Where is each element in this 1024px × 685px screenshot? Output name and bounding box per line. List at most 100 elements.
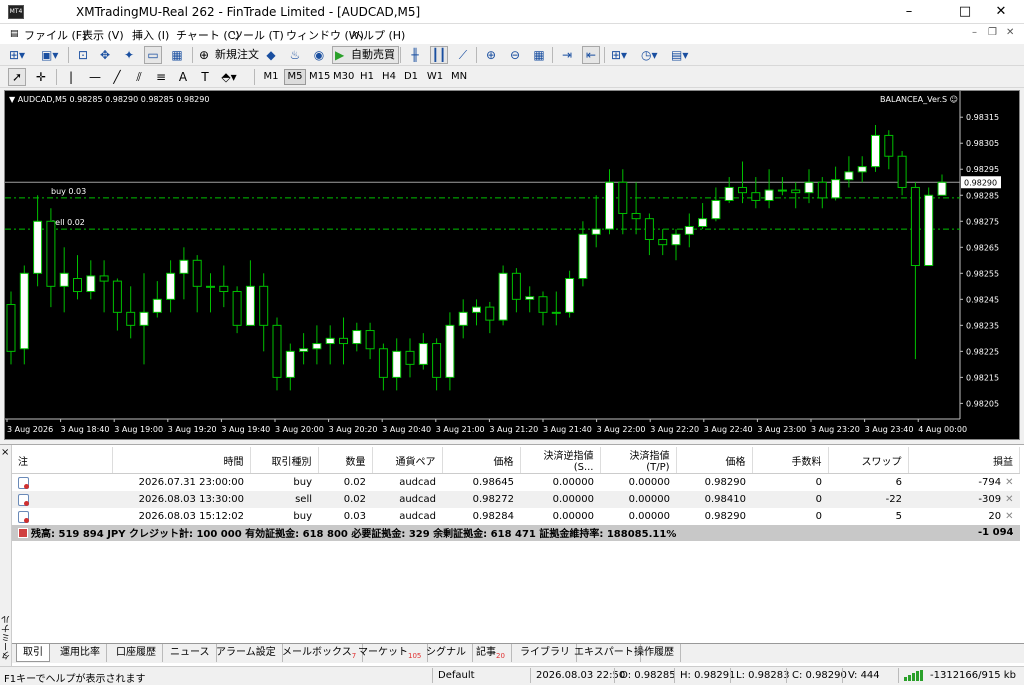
- bull-candle: [804, 181, 814, 194]
- bar-chart-icon[interactable]: ╫: [406, 46, 424, 64]
- time-label: 3 Aug 20:40: [382, 425, 431, 434]
- tab-articles[interactable]: 記事20: [470, 644, 512, 662]
- metaeditor-icon[interactable]: ◆: [262, 46, 280, 64]
- navigator-icon[interactable]: ✦: [120, 46, 138, 64]
- cursor-icon[interactable]: ➚: [8, 68, 26, 86]
- auto-scroll-icon[interactable]: ⇥: [558, 46, 576, 64]
- col-swap[interactable]: スワップ: [828, 447, 909, 474]
- order-level-label: sell 0.02: [51, 218, 85, 227]
- close-order-icon[interactable]: ✕: [1005, 494, 1013, 505]
- col-symbol[interactable]: 通貨ペア: [372, 447, 443, 474]
- menu-insert[interactable]: 挿入 (I): [132, 27, 169, 43]
- crosshair-icon[interactable]: ✛: [32, 68, 50, 86]
- tab-exposure[interactable]: 運用比率: [54, 644, 107, 662]
- order-row[interactable]: 2026.07.31 23:00:00 buy 0.02 audcad 0.98…: [12, 474, 1020, 491]
- arrows-icon[interactable]: ⬘▾: [220, 68, 238, 86]
- tab-mailbox[interactable]: メールボックス7: [276, 644, 364, 662]
- tile-windows-icon[interactable]: ▦: [530, 46, 548, 64]
- time-label: 3 Aug 22:40: [704, 425, 753, 434]
- col-current-price[interactable]: 価格: [676, 447, 753, 474]
- bulb-icon[interactable]: ♨: [286, 46, 304, 64]
- order-row[interactable]: 2026.08.03 15:12:02 buy 0.03 audcad 0.98…: [12, 508, 1020, 525]
- auto-trading-button[interactable]: ▶ 自動売買: [332, 46, 399, 64]
- new-order-button[interactable]: ⊕ 新規注文: [196, 46, 263, 64]
- bull-candle: [33, 220, 43, 274]
- timeframe-mn[interactable]: MN: [448, 69, 470, 85]
- timeframe-m30[interactable]: M30: [332, 69, 354, 85]
- col-profit[interactable]: 損益: [908, 447, 1020, 474]
- terminal-close-button[interactable]: ×: [1, 447, 9, 458]
- indicators-icon[interactable]: ⊞▾: [610, 46, 628, 64]
- close-order-icon[interactable]: ✕: [1005, 511, 1013, 522]
- tab-alerts[interactable]: アラーム設定: [210, 644, 283, 662]
- chart-background: [5, 91, 1019, 439]
- bear-candle: [511, 272, 521, 300]
- timeframe-m1[interactable]: M1: [260, 69, 282, 85]
- templates-icon[interactable]: ▤▾: [670, 46, 689, 64]
- text-icon[interactable]: A: [174, 68, 192, 86]
- bull-candle: [831, 179, 841, 199]
- order-row[interactable]: 2026.08.03 13:30:00 sell 0.02 audcad 0.9…: [12, 490, 1020, 508]
- timeframe-d1[interactable]: D1: [400, 69, 422, 85]
- tab-news[interactable]: ニュース: [164, 644, 217, 662]
- col-tp[interactable]: 決済指値(T/P): [600, 447, 677, 474]
- col-time[interactable]: 時間: [112, 447, 251, 474]
- tab-signals[interactable]: シグナル: [420, 644, 473, 662]
- col-order[interactable]: 注: [12, 447, 113, 474]
- col-type[interactable]: 取引種別: [250, 447, 319, 474]
- bear-candle: [378, 348, 388, 378]
- profile-name[interactable]: Default: [438, 670, 475, 681]
- zoom-in-icon[interactable]: ⊕: [482, 46, 500, 64]
- col-commission[interactable]: 手数料: [752, 447, 829, 474]
- col-price[interactable]: 価格: [442, 447, 521, 474]
- fibonacci-icon[interactable]: ≡: [152, 68, 170, 86]
- channel-icon[interactable]: ⫽: [130, 68, 148, 86]
- minimize-button[interactable]: –: [886, 0, 932, 24]
- bull-candle: [498, 272, 508, 321]
- bear-candle: [73, 278, 82, 293]
- horizontal-line-icon[interactable]: —: [86, 68, 104, 86]
- menu-help[interactable]: ヘルプ (H): [352, 27, 405, 43]
- timeframe-h1[interactable]: H1: [356, 69, 378, 85]
- tab-account-history[interactable]: 口座履歴: [110, 644, 163, 662]
- line-chart-icon[interactable]: ⟋: [454, 46, 472, 64]
- menu-chart[interactable]: チャート (C): [176, 27, 240, 43]
- timeframe-m15[interactable]: M15: [308, 69, 330, 85]
- chart-shift-icon[interactable]: ⇤: [582, 46, 600, 64]
- zoom-out-icon[interactable]: ⊖: [506, 46, 524, 64]
- bear-candle: [738, 186, 747, 194]
- mdi-close-button[interactable]: ✕: [1006, 27, 1014, 38]
- menu-tools[interactable]: ツール (T): [232, 27, 284, 43]
- mdi-minimize-button[interactable]: –: [972, 27, 977, 38]
- tab-market[interactable]: マーケット105: [352, 644, 429, 662]
- trendline-icon[interactable]: ╱: [108, 68, 126, 86]
- menu-file[interactable]: ファイル (F): [24, 27, 86, 43]
- profiles-icon[interactable]: ▣▾: [40, 46, 59, 64]
- new-chart-icon[interactable]: ⊞▾: [8, 46, 26, 64]
- timeframe-h4[interactable]: H4: [378, 69, 400, 85]
- data-window-icon[interactable]: ✥: [96, 46, 114, 64]
- mdi-restore-button[interactable]: ❐: [988, 27, 997, 38]
- timeframe-w1[interactable]: W1: [424, 69, 446, 85]
- strategy-tester-icon[interactable]: ▦: [168, 46, 186, 64]
- market-watch-icon[interactable]: ⊡: [74, 46, 92, 64]
- col-size[interactable]: 数量: [318, 447, 373, 474]
- vps-icon[interactable]: ◉: [310, 46, 328, 64]
- terminal-toggle-icon[interactable]: ▭: [144, 46, 162, 64]
- menu-view[interactable]: 表示 (V): [82, 27, 124, 43]
- label-icon[interactable]: T: [196, 68, 214, 86]
- price-chart[interactable]: 0.98315 0.98305 0.98295 0.98285 0.98275 0.982…: [4, 90, 1020, 440]
- tab-trade[interactable]: 取引: [16, 644, 50, 662]
- candlestick-icon[interactable]: ┃┃: [430, 46, 448, 64]
- col-sl[interactable]: 決済逆指値(S...: [520, 447, 601, 474]
- periods-icon[interactable]: ◷▾: [640, 46, 659, 64]
- orders-header-row: 注 時間 取引種別 数量 通貨ペア 価格 決済逆指値(S... 決済指値(T/P…: [12, 447, 1020, 474]
- mdi-icon[interactable]: ▤: [10, 29, 19, 39]
- bear-candle: [910, 186, 920, 267]
- close-order-icon[interactable]: ✕: [1005, 477, 1013, 488]
- vertical-line-icon[interactable]: |: [62, 68, 80, 86]
- tab-journal[interactable]: 操作履歴: [628, 644, 681, 662]
- timeframe-m5[interactable]: M5: [284, 69, 306, 85]
- bull-candle: [777, 189, 787, 192]
- close-window-button[interactable]: ✕: [978, 0, 1024, 24]
